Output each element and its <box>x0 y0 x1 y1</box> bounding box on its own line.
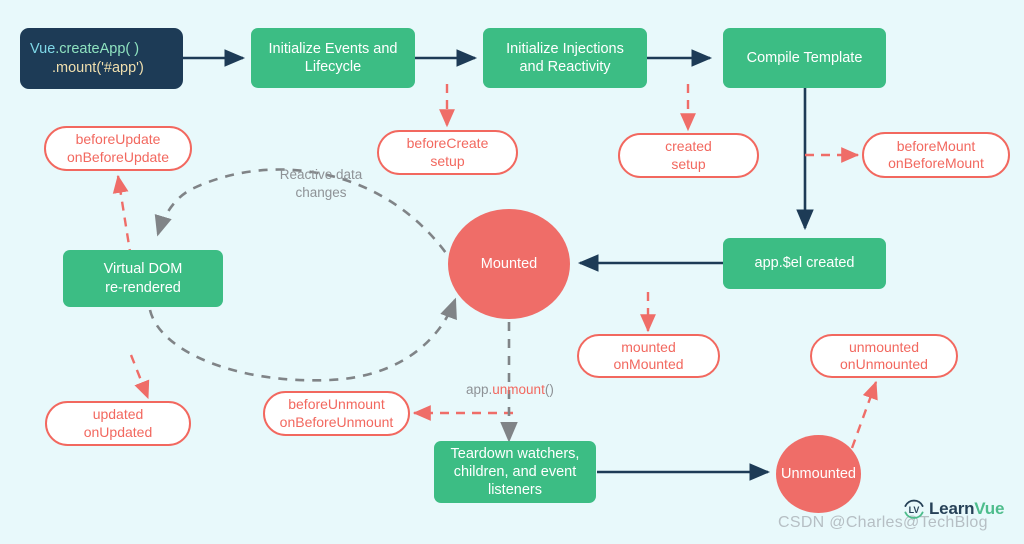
state-mounted-label: Mounted <box>480 255 538 272</box>
hook-created-options: created <box>665 138 712 154</box>
state-unmounted: Unmounted <box>776 435 861 513</box>
app-el-created-label: app.$el created <box>754 255 855 272</box>
init-events-line-1: Initialize Events and <box>268 40 398 57</box>
hook-before-unmount-options: beforeUnmount <box>288 396 385 412</box>
logo-word-vue: Vue <box>974 499 1005 518</box>
stage-teardown: Teardown watchers, children, and event l… <box>434 441 596 503</box>
label-app-unmount: app.unmount() <box>466 381 570 399</box>
hook-before-update: beforeUpdate onBeforeUpdate <box>44 126 192 171</box>
hook-unmounted-options: unmounted <box>848 338 920 355</box>
init-events-line-2: Lifecycle <box>304 59 362 75</box>
stage-app-el-created: app.$el created <box>723 238 886 289</box>
hook-unmounted: unmounted onUnmounted <box>810 334 958 378</box>
hook-mounted-composition: onMounted <box>613 356 684 372</box>
mount-line: .mount('#app') <box>52 59 144 76</box>
stage-compile-template: Compile Template <box>723 28 886 88</box>
stage-virtual-dom-rerendered: Virtual DOM re-rendered <box>63 250 223 307</box>
hook-before-mount-options: beforeMount <box>896 137 976 154</box>
hook-created-composition: setup <box>671 155 706 172</box>
hook-before-update-options: beforeUpdate <box>75 131 161 147</box>
vue-lifecycle-diagram: Vue.createApp( ) .mount('#app') Initiali… <box>0 0 1024 544</box>
create-app-line-1: Vue.createApp( ) <box>30 40 144 58</box>
hook-unmounted-composition: onUnmounted <box>840 356 928 372</box>
init-injections-line-2: and Reactivity <box>519 59 611 75</box>
reactive-label-line-2: changes <box>295 184 347 200</box>
hook-before-create-composition: setup <box>430 152 465 169</box>
teardown-line-1: Teardown watchers, <box>450 445 580 462</box>
reactive-label-line-1: Reactive data <box>279 167 363 182</box>
hook-mounted-options: mounted <box>621 338 676 355</box>
state-mounted: Mounted <box>448 209 570 319</box>
app-unmount-prefix: app. <box>466 382 493 397</box>
teardown-line-3: listeners <box>487 482 542 499</box>
vue-token: Vue <box>30 41 56 58</box>
stage-initialize-events: Initialize Events and Lifecycle <box>251 28 415 88</box>
hook-mounted: mounted onMounted <box>577 334 720 378</box>
app-unmount-suffix: () <box>544 382 554 397</box>
learnvue-wordmark: LearnVue <box>929 499 1004 519</box>
hook-updated-options: updated <box>92 406 144 422</box>
hook-before-mount: beforeMount onBeforeMount <box>862 132 1010 178</box>
lv-circle-icon: LV <box>902 497 926 521</box>
hook-before-unmount-composition: onBeforeUnmount <box>279 413 394 430</box>
hook-before-create: beforeCreate setup <box>377 130 518 175</box>
logo-word-learn: Learn <box>929 499 975 518</box>
stage-initialize-injections: Initialize Injections and Reactivity <box>483 28 647 88</box>
hook-before-create-options: beforeCreate <box>406 135 489 151</box>
teardown-line-2: children, and event <box>453 463 577 480</box>
app-unmount-highlight: unmount <box>492 382 545 397</box>
hook-before-unmount: beforeUnmount onBeforeUnmount <box>263 391 410 436</box>
hook-updated: updated onUpdated <box>45 401 191 446</box>
svg-text:LV: LV <box>909 505 920 515</box>
label-reactive-data-changes: Reactive data changes <box>265 166 377 201</box>
vdom-line-2: re-rendered <box>105 279 181 296</box>
init-injections-line-1: Initialize Injections <box>506 40 624 57</box>
create-app-token: .createApp( ) <box>55 41 140 58</box>
create-app-entry-box: Vue.createApp( ) .mount('#app') <box>20 28 183 89</box>
hook-created: created setup <box>618 133 759 178</box>
hook-updated-composition: onUpdated <box>83 423 153 440</box>
hook-before-update-composition: onBeforeUpdate <box>67 148 169 165</box>
compile-template-label: Compile Template <box>746 49 863 66</box>
learnvue-logo: LV LearnVue <box>902 497 1004 521</box>
state-unmounted-label: Unmounted <box>781 465 856 482</box>
vdom-line-1: Virtual DOM <box>103 261 183 278</box>
hook-before-mount-composition: onBeforeMount <box>888 155 984 171</box>
